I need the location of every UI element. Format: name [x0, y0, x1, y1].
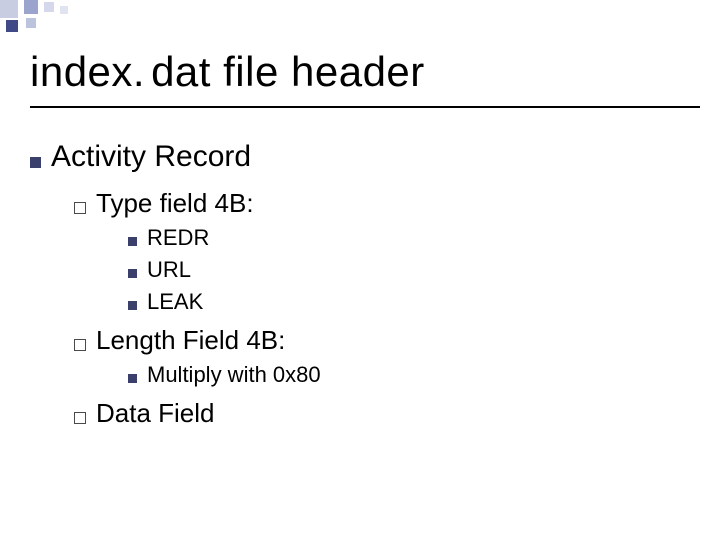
list-item: REDR	[128, 225, 680, 251]
lvl2-text: Type field 4B:	[96, 188, 254, 219]
hollow-square-bullet-icon	[74, 412, 86, 424]
list-item: Type field 4B:	[74, 188, 680, 219]
hollow-square-bullet-icon	[74, 202, 86, 214]
length-field-group: Length Field 4B: Multiply with 0x80	[30, 325, 680, 388]
content-area: Activity Record Type field 4B: REDR URL …	[30, 140, 680, 439]
lvl2-text: Data Field	[96, 398, 215, 429]
square-bullet-icon	[128, 237, 137, 246]
lvl2-text: Length Field 4B:	[96, 325, 285, 356]
hollow-square-bullet-icon	[74, 339, 86, 351]
square-bullet-icon	[128, 301, 137, 310]
title-divider	[30, 106, 700, 108]
square-bullet-icon	[30, 157, 41, 168]
square-bullet-icon	[128, 374, 137, 383]
list-item: Data Field	[74, 398, 680, 429]
data-field-group: Data Field	[30, 398, 680, 429]
title-part-b: dat file header	[151, 48, 425, 95]
lvl1-text: Activity Record	[51, 140, 251, 174]
list-item: Multiply with 0x80	[128, 362, 680, 388]
lvl3-text: Multiply with 0x80	[147, 362, 321, 388]
list-item: Length Field 4B:	[74, 325, 680, 356]
square-bullet-icon	[128, 269, 137, 278]
lvl3-text: URL	[147, 257, 191, 283]
slide-title: index.dat file header	[30, 48, 425, 96]
lvl3-text: REDR	[147, 225, 209, 251]
slide: index.dat file header Activity Record Ty…	[0, 0, 720, 540]
corner-decoration	[0, 0, 120, 30]
list-item: URL	[128, 257, 680, 283]
lvl3-text: LEAK	[147, 289, 203, 315]
list-item: LEAK	[128, 289, 680, 315]
title-part-a: index.	[30, 48, 145, 95]
list-item: Activity Record	[30, 140, 680, 174]
type-field-group: Type field 4B: REDR URL LEAK	[30, 188, 680, 315]
